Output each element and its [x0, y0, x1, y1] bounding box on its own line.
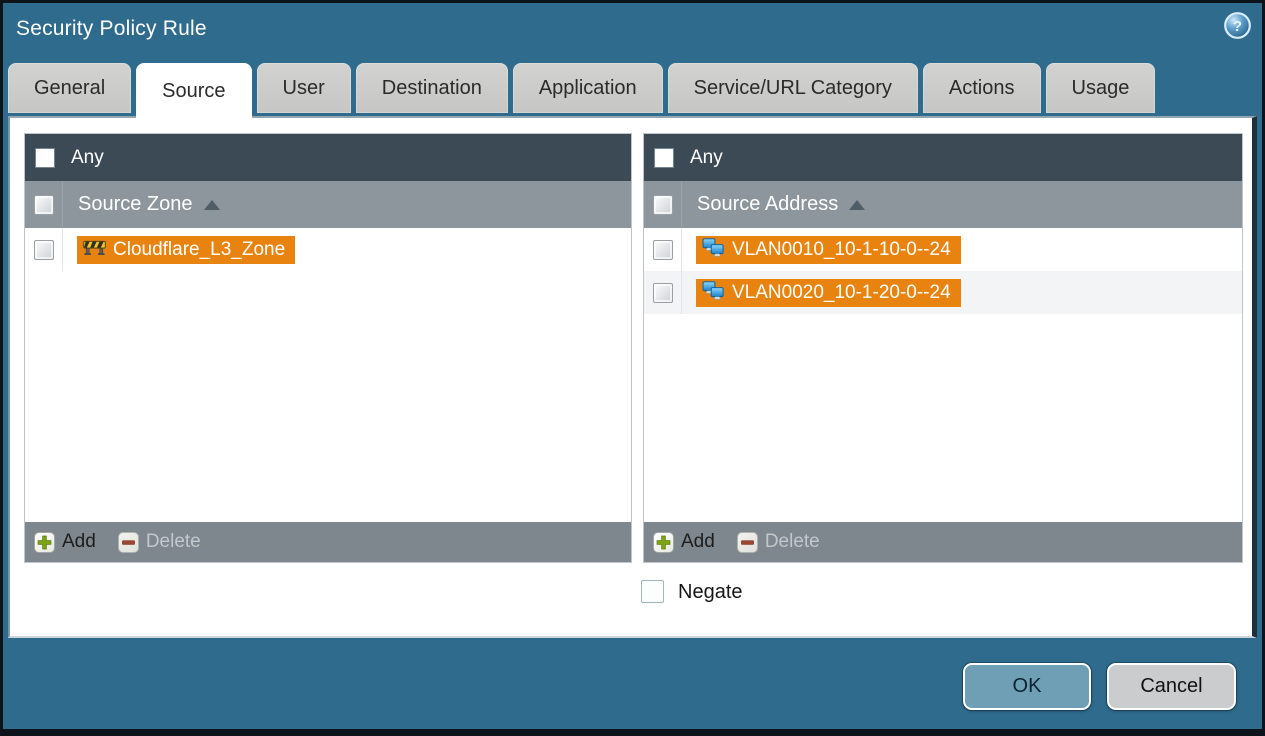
table-row[interactable]: Cloudflare_L3_Zone: [25, 228, 631, 271]
zone-tag-label: Cloudflare_L3_Zone: [113, 238, 286, 260]
source-address-panel: Any Source Address VLAN0010_10-1-10-0--2…: [643, 133, 1243, 563]
delete-minus-icon: [736, 531, 758, 553]
source-zone-column-header[interactable]: Source Zone: [25, 181, 631, 228]
source-zone-select-all-checkbox[interactable]: [33, 194, 54, 215]
tab-application[interactable]: Application: [512, 63, 663, 113]
delete-label: Delete: [764, 531, 820, 552]
delete-minus-icon: [117, 531, 139, 553]
security-policy-rule-dialog: Security Policy Rule ? General Source Us…: [0, 0, 1265, 736]
table-row[interactable]: VLAN0020_10-1-20-0--24: [644, 271, 1242, 314]
address-tag-label: VLAN0010_10-1-10-0--24: [732, 238, 951, 260]
source-zone-list: Cloudflare_L3_Zone: [25, 228, 631, 522]
source-zone-footer: Add Delete: [25, 522, 631, 562]
source-address-any-header: Any: [644, 134, 1242, 181]
tab-source[interactable]: Source: [136, 63, 252, 120]
any-label: Any: [71, 146, 104, 168]
source-zone-any-header: Any: [25, 134, 631, 181]
tab-label: Source: [162, 80, 226, 102]
row-checkbox[interactable]: [652, 239, 673, 260]
tab-label: Destination: [381, 76, 482, 99]
source-address-column-header[interactable]: Source Address: [644, 181, 1242, 228]
row-checkbox[interactable]: [652, 282, 673, 303]
source-address-list: VLAN0010_10-1-10-0--24 VLAN0020_10-1-20-…: [644, 228, 1242, 522]
column-header-label: Source Zone: [78, 193, 193, 215]
ok-button[interactable]: OK: [963, 663, 1091, 710]
address-tag[interactable]: VLAN0020_10-1-20-0--24: [696, 278, 961, 307]
source-tab-content: Any Source Zone Cloudflare_L3_Zone Add D…: [8, 116, 1257, 638]
help-icon[interactable]: ?: [1224, 12, 1251, 39]
delete-label: Delete: [145, 531, 201, 552]
tab-label: User: [282, 76, 325, 99]
tab-user[interactable]: User: [256, 63, 351, 113]
tab-label: Service/URL Category: [693, 76, 892, 99]
tab-general[interactable]: General: [8, 63, 132, 113]
address-icon: [702, 280, 725, 305]
tab-bar: General Source User Destination Applicat…: [8, 63, 1156, 120]
row-checkbox[interactable]: [33, 239, 54, 260]
address-icon: [702, 237, 725, 262]
svg-text:?: ?: [1233, 18, 1242, 35]
add-label: Add: [681, 531, 715, 552]
delete-button[interactable]: Delete: [736, 531, 820, 553]
add-plus-icon: [34, 531, 55, 553]
source-address-any-checkbox[interactable]: [654, 147, 674, 168]
cancel-button[interactable]: Cancel: [1107, 663, 1236, 710]
tab-actions[interactable]: Actions: [922, 63, 1041, 113]
column-header-label: Source Address: [697, 193, 839, 215]
table-row[interactable]: VLAN0010_10-1-10-0--24: [644, 228, 1242, 271]
address-tag-label: VLAN0020_10-1-20-0--24: [732, 281, 951, 303]
any-label: Any: [690, 146, 723, 168]
source-address-select-all-checkbox[interactable]: [652, 194, 673, 215]
dialog-title: Security Policy Rule: [16, 17, 207, 40]
delete-button[interactable]: Delete: [117, 531, 201, 553]
source-zone-panel: Any Source Zone Cloudflare_L3_Zone Add D…: [24, 133, 632, 563]
tab-destination[interactable]: Destination: [355, 63, 508, 113]
tab-label: Actions: [948, 76, 1015, 99]
sort-ascending-icon: [203, 199, 220, 210]
tab-service-url-category[interactable]: Service/URL Category: [667, 63, 918, 113]
negate-label: Negate: [678, 581, 743, 603]
address-tag[interactable]: VLAN0010_10-1-10-0--24: [696, 235, 961, 264]
zone-tag[interactable]: Cloudflare_L3_Zone: [77, 235, 296, 264]
add-label: Add: [62, 531, 96, 552]
add-button[interactable]: Add: [653, 531, 715, 553]
negate-checkbox[interactable]: [641, 580, 664, 603]
source-address-footer: Add Delete: [644, 522, 1242, 562]
zone-icon: [83, 239, 106, 261]
tab-label: General: [34, 76, 106, 99]
tab-usage[interactable]: Usage: [1045, 63, 1156, 113]
add-plus-icon: [653, 531, 674, 553]
source-zone-any-checkbox[interactable]: [35, 147, 55, 168]
sort-ascending-icon: [849, 199, 866, 210]
tab-label: Usage: [1071, 76, 1130, 99]
tab-label: Application: [538, 76, 637, 99]
add-button[interactable]: Add: [34, 531, 96, 553]
